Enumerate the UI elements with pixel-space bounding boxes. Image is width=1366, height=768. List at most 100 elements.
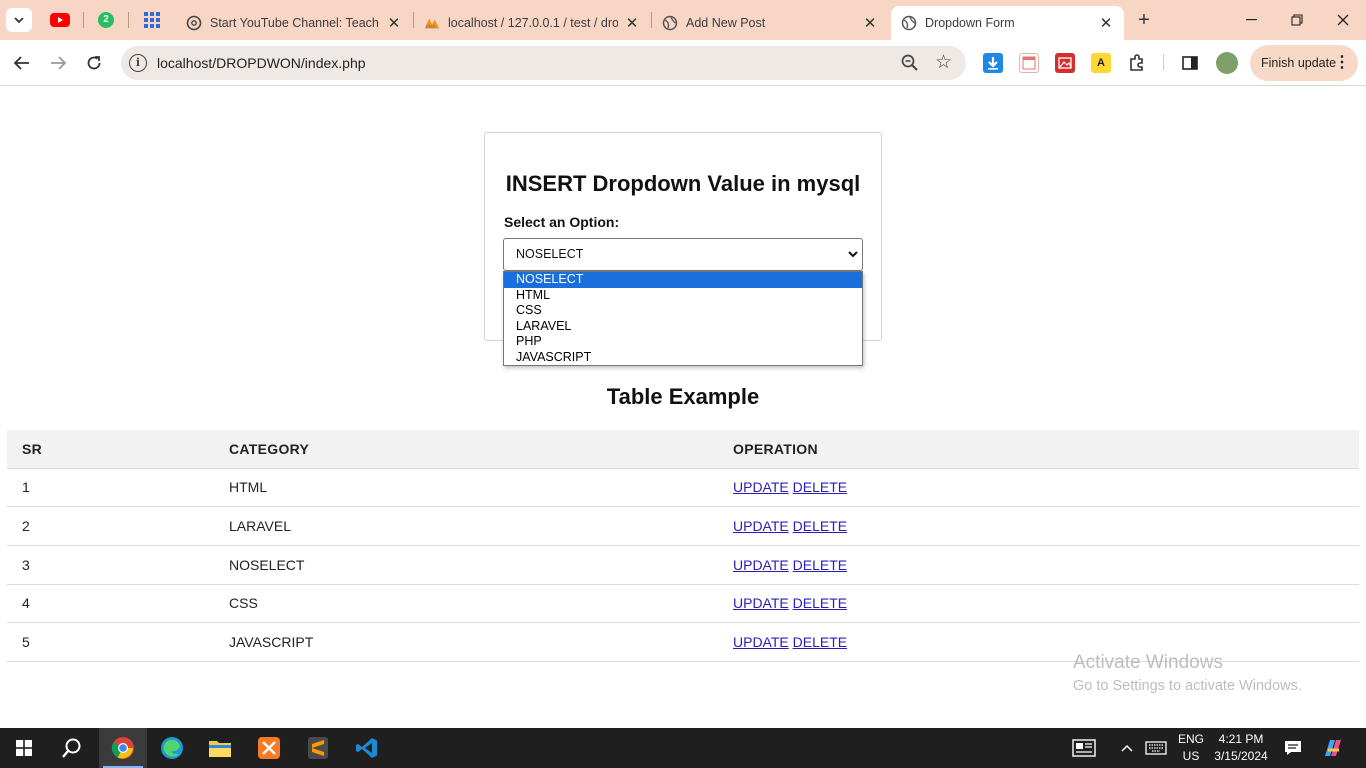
news-icon	[1072, 739, 1096, 757]
windows-taskbar: ENG US 4:21 PM 3/15/2024	[0, 728, 1366, 768]
close-tab-icon[interactable]: ✕	[1098, 14, 1114, 32]
select-option[interactable]: NOSELECT	[504, 272, 862, 288]
taskbar-file-explorer[interactable]	[196, 728, 244, 768]
select-option[interactable]: PHP	[504, 334, 862, 350]
taskbar-vscode[interactable]	[343, 728, 391, 768]
select-option[interactable]: LARAVEL	[504, 319, 862, 335]
taskbar-edge[interactable]	[148, 728, 196, 768]
select-option[interactable]: JAVASCRIPT	[504, 350, 862, 366]
notes-extension-icon[interactable]	[1019, 53, 1039, 73]
select-option[interactable]: HTML	[504, 288, 862, 304]
update-link[interactable]: UPDATE	[733, 479, 789, 495]
forward-button[interactable]	[45, 50, 71, 76]
tab-add-new-post[interactable]: Add New Post ✕	[652, 6, 888, 40]
delete-link[interactable]: DELETE	[793, 557, 847, 573]
address-url[interactable]: localhost/DROPDWON/index.php	[157, 55, 366, 71]
taskbar-chrome[interactable]	[99, 728, 147, 768]
close-window-button[interactable]	[1320, 8, 1366, 32]
notifications-icon[interactable]	[1284, 728, 1302, 768]
tab-separator	[83, 12, 84, 28]
start-button[interactable]	[0, 728, 48, 768]
show-hidden-icons-button[interactable]	[1121, 728, 1133, 768]
tab-chatgpt[interactable]: Start YouTube Channel: Teach C ✕	[176, 6, 412, 40]
close-tab-icon[interactable]: ✕	[862, 14, 878, 32]
delete-link[interactable]: DELETE	[793, 518, 847, 534]
page-viewport: INSERT Dropdown Value in mysql Select an…	[0, 87, 1366, 728]
extensions-puzzle-icon[interactable]	[1127, 53, 1147, 73]
back-button[interactable]	[9, 50, 35, 76]
pinned-badge-count: 2	[103, 14, 109, 25]
site-info-icon[interactable]: i	[129, 54, 147, 72]
tab-title: Start YouTube Channel: Teach C	[210, 16, 380, 30]
table-row: 2 LARAVEL UPDATE DELETE	[7, 506, 1359, 546]
update-link[interactable]: UPDATE	[733, 518, 789, 534]
close-tab-icon[interactable]: ✕	[624, 14, 640, 32]
minimize-button[interactable]	[1228, 8, 1274, 32]
input-language-indicator[interactable]: ENG US	[1176, 731, 1206, 765]
zoom-icon[interactable]	[900, 53, 920, 73]
pinned-tab-whatsapp[interactable]: 2	[95, 9, 117, 31]
cell-operation: UPDATE DELETE	[718, 584, 1359, 624]
font-extension-icon[interactable]: A	[1091, 53, 1111, 73]
restore-icon	[1291, 14, 1303, 26]
update-link[interactable]: UPDATE	[733, 634, 789, 650]
pinned-tab-youtube[interactable]	[49, 9, 71, 31]
tab-title: localhost / 127.0.0.1 / test / dro	[448, 16, 618, 30]
reload-icon	[87, 56, 101, 70]
update-link[interactable]: UPDATE	[733, 595, 789, 611]
taskbar-news-icon[interactable]	[1072, 728, 1096, 768]
star-icon[interactable]: ☆	[935, 51, 952, 74]
download-extension-icon[interactable]	[983, 53, 1003, 73]
taskbar-xampp[interactable]	[245, 728, 293, 768]
finish-update-button[interactable]: Finish update ⋮	[1250, 45, 1358, 81]
finish-update-label: Finish update	[1261, 56, 1337, 70]
reload-button[interactable]	[81, 50, 107, 76]
chevron-down-icon	[848, 251, 858, 258]
table-row: 1 HTML UPDATE DELETE	[7, 468, 1359, 508]
tab-phpmyadmin[interactable]: PMA localhost / 127.0.0.1 / test / dro ✕	[414, 6, 650, 40]
delete-link[interactable]: DELETE	[793, 634, 847, 650]
table-header-row: SR CATEGORY OPERATION	[7, 430, 1359, 469]
search-icon	[62, 738, 81, 758]
tab-dropdown-form[interactable]: Dropdown Form ✕	[891, 6, 1124, 40]
browser-toolbar: i localhost/DROPDWON/index.php ☆ A Finis…	[0, 40, 1366, 86]
more-menu-icon[interactable]: ⋮	[1334, 45, 1350, 81]
youtube-icon	[50, 13, 70, 27]
update-link[interactable]: UPDATE	[733, 557, 789, 573]
profile-avatar[interactable]	[1216, 52, 1238, 74]
taskbar-search-button[interactable]	[48, 728, 96, 768]
cell-sr: 4	[7, 584, 214, 624]
vscode-icon	[356, 738, 377, 758]
image-extension-icon[interactable]	[1055, 53, 1075, 73]
side-panel-icon[interactable]	[1180, 53, 1200, 73]
select-label: Select an Option:	[504, 214, 620, 230]
close-tab-icon[interactable]: ✕	[386, 14, 402, 32]
delete-link[interactable]: DELETE	[793, 595, 847, 611]
globe-icon	[901, 15, 917, 31]
restore-button[interactable]	[1274, 8, 1320, 32]
tab-search-button[interactable]	[6, 8, 32, 32]
cell-category: HTML	[214, 468, 718, 508]
minimize-icon	[1245, 19, 1257, 21]
category-table: SR CATEGORY OPERATION 1 HTML UPDATE DELE…	[7, 430, 1359, 662]
new-tab-button[interactable]: +	[1134, 10, 1154, 30]
header-operation: OPERATION	[718, 430, 1359, 469]
edge-icon	[161, 737, 183, 759]
keyboard-icon[interactable]	[1145, 728, 1167, 768]
taskbar-sublime[interactable]	[294, 728, 342, 768]
clock-date: 3/15/2024	[1214, 749, 1268, 763]
chevron-up-icon	[1121, 744, 1133, 752]
tab-title: Dropdown Form	[925, 16, 1015, 30]
pinned-tab-apps[interactable]	[141, 9, 163, 31]
header-category: CATEGORY	[214, 430, 718, 469]
chevron-down-icon	[14, 17, 24, 24]
delete-link[interactable]: DELETE	[793, 479, 847, 495]
whatsapp-badge-icon: 2	[98, 12, 114, 28]
taskbar-clock[interactable]: 4:21 PM 3/15/2024	[1212, 731, 1270, 765]
select-option[interactable]: CSS	[504, 303, 862, 319]
option-select[interactable]: NOSELECT	[503, 238, 863, 271]
tab-separator	[128, 12, 129, 28]
address-bar[interactable]: i localhost/DROPDWON/index.php ☆	[121, 46, 966, 80]
copilot-icon[interactable]	[1322, 728, 1344, 768]
select-value: NOSELECT	[516, 247, 584, 261]
